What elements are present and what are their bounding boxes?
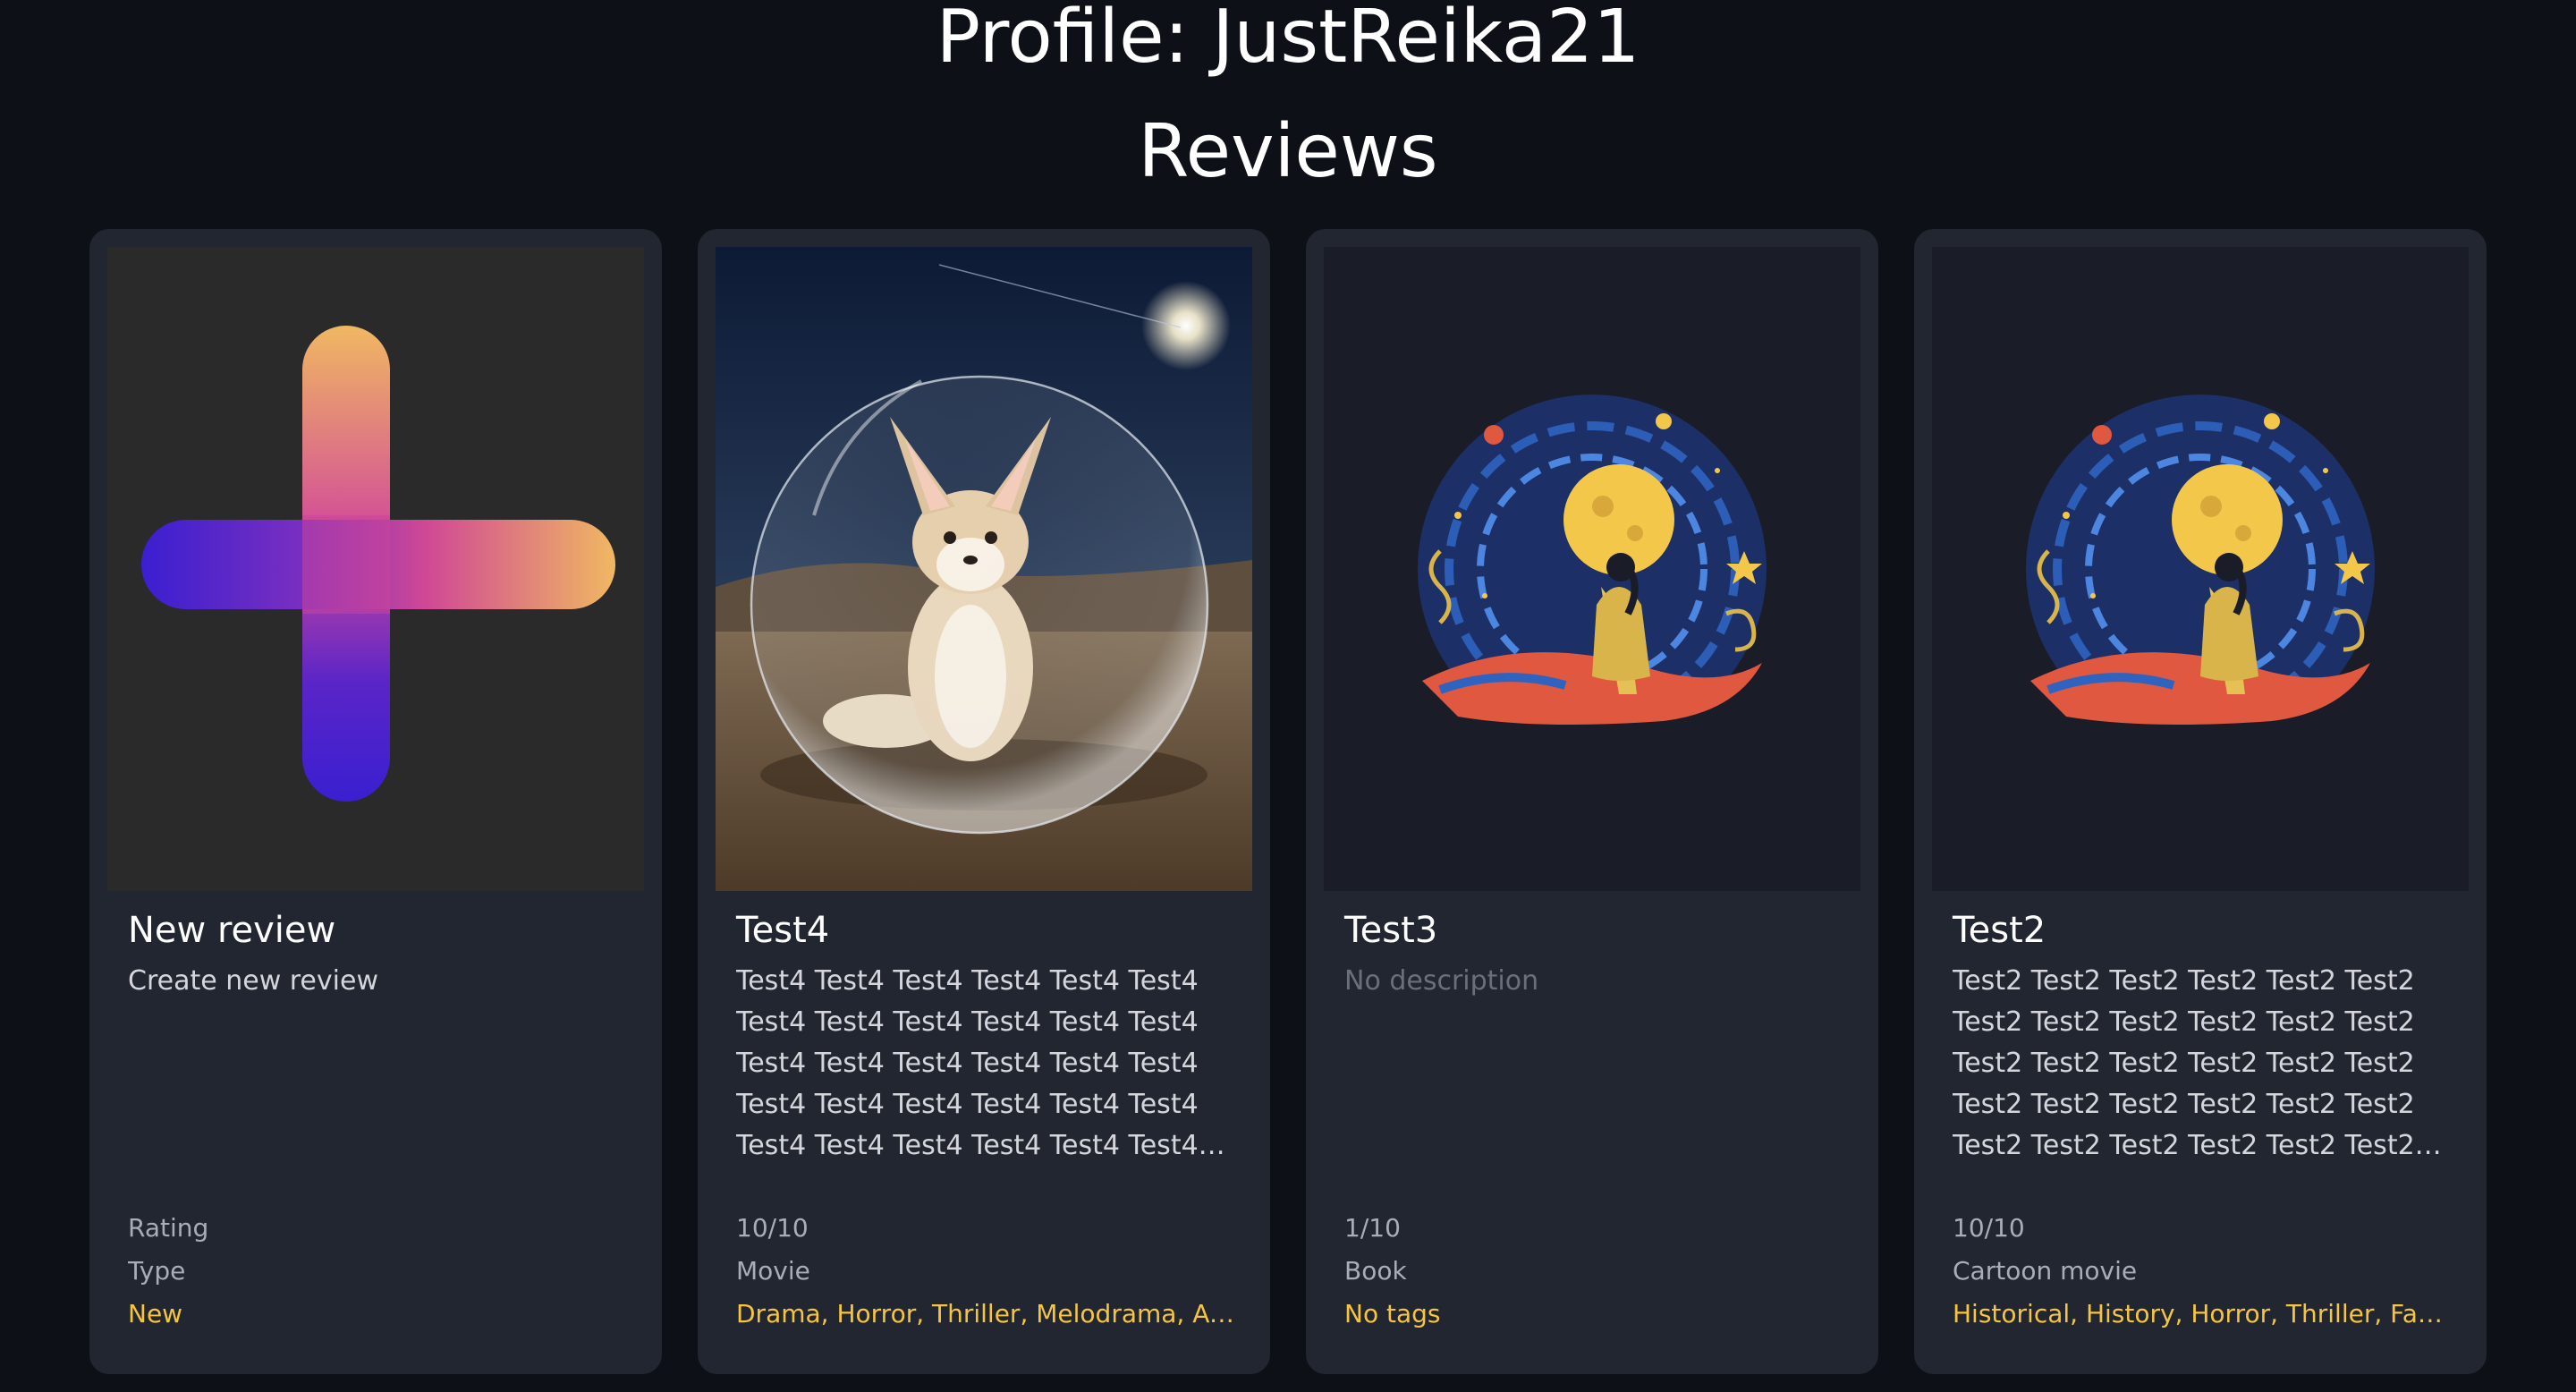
review-cover-image bbox=[1932, 247, 2469, 891]
girl-moon-illustration-image bbox=[1324, 247, 1860, 891]
card-type: Movie bbox=[736, 1256, 810, 1286]
reviews-heading: Reviews bbox=[1138, 109, 1438, 194]
card-rating: Rating bbox=[128, 1213, 209, 1243]
review-cover-image bbox=[716, 247, 1252, 891]
card-type: Cartoon movie bbox=[1953, 1256, 2138, 1286]
card-title: Test4 bbox=[736, 910, 830, 951]
girl-moon-illustration-image bbox=[1932, 247, 2469, 891]
plus-icon bbox=[141, 326, 615, 802]
card-rating: 10/10 bbox=[1953, 1213, 2025, 1243]
card-tags: No tags bbox=[1344, 1299, 1441, 1328]
profile-page: Profile: JustReika21 Reviews New review … bbox=[0, 0, 2576, 1392]
new-review-card[interactable]: New review Create new review Rating Type… bbox=[89, 229, 662, 1374]
card-tags: Historical, History, Horror, Thriller, F… bbox=[1953, 1299, 2453, 1328]
card-tags: Drama, Horror, Thriller, Melodrama, Adve… bbox=[736, 1299, 1237, 1328]
card-title: Test3 bbox=[1344, 910, 1438, 951]
profile-title: Profile: JustReika21 bbox=[936, 0, 1640, 80]
fennec-fox-in-bubble-image bbox=[716, 247, 1252, 891]
card-rating: 1/10 bbox=[1344, 1213, 1401, 1243]
review-card[interactable]: Test3 No description 1/10 Book No tags bbox=[1306, 229, 1878, 1374]
review-card[interactable]: Test2 Test2 Test2 Test2 Test2 Test2 Test… bbox=[1914, 229, 2487, 1374]
new-review-image bbox=[107, 247, 644, 891]
card-description: Test2 Test2 Test2 Test2 Test2 Test2 Test… bbox=[1953, 965, 2415, 1161]
card-description: Test4 Test4 Test4 Test4 Test4 Test4 Test… bbox=[736, 965, 1199, 1161]
card-rating: 10/10 bbox=[736, 1213, 809, 1243]
review-card[interactable]: Test4 Test4 Test4 Test4 Test4 Test4 Test… bbox=[698, 229, 1270, 1374]
card-title: Test2 bbox=[1953, 910, 2046, 951]
card-description: Create new review bbox=[128, 965, 378, 997]
card-type: Type bbox=[128, 1256, 186, 1286]
review-cover-image bbox=[1324, 247, 1860, 891]
card-type: Book bbox=[1344, 1256, 1407, 1286]
card-description: No description bbox=[1344, 965, 1539, 997]
review-cards: New review Create new review Rating Type… bbox=[89, 229, 2487, 1374]
card-tags: New bbox=[128, 1299, 183, 1328]
card-title: New review bbox=[128, 910, 336, 951]
